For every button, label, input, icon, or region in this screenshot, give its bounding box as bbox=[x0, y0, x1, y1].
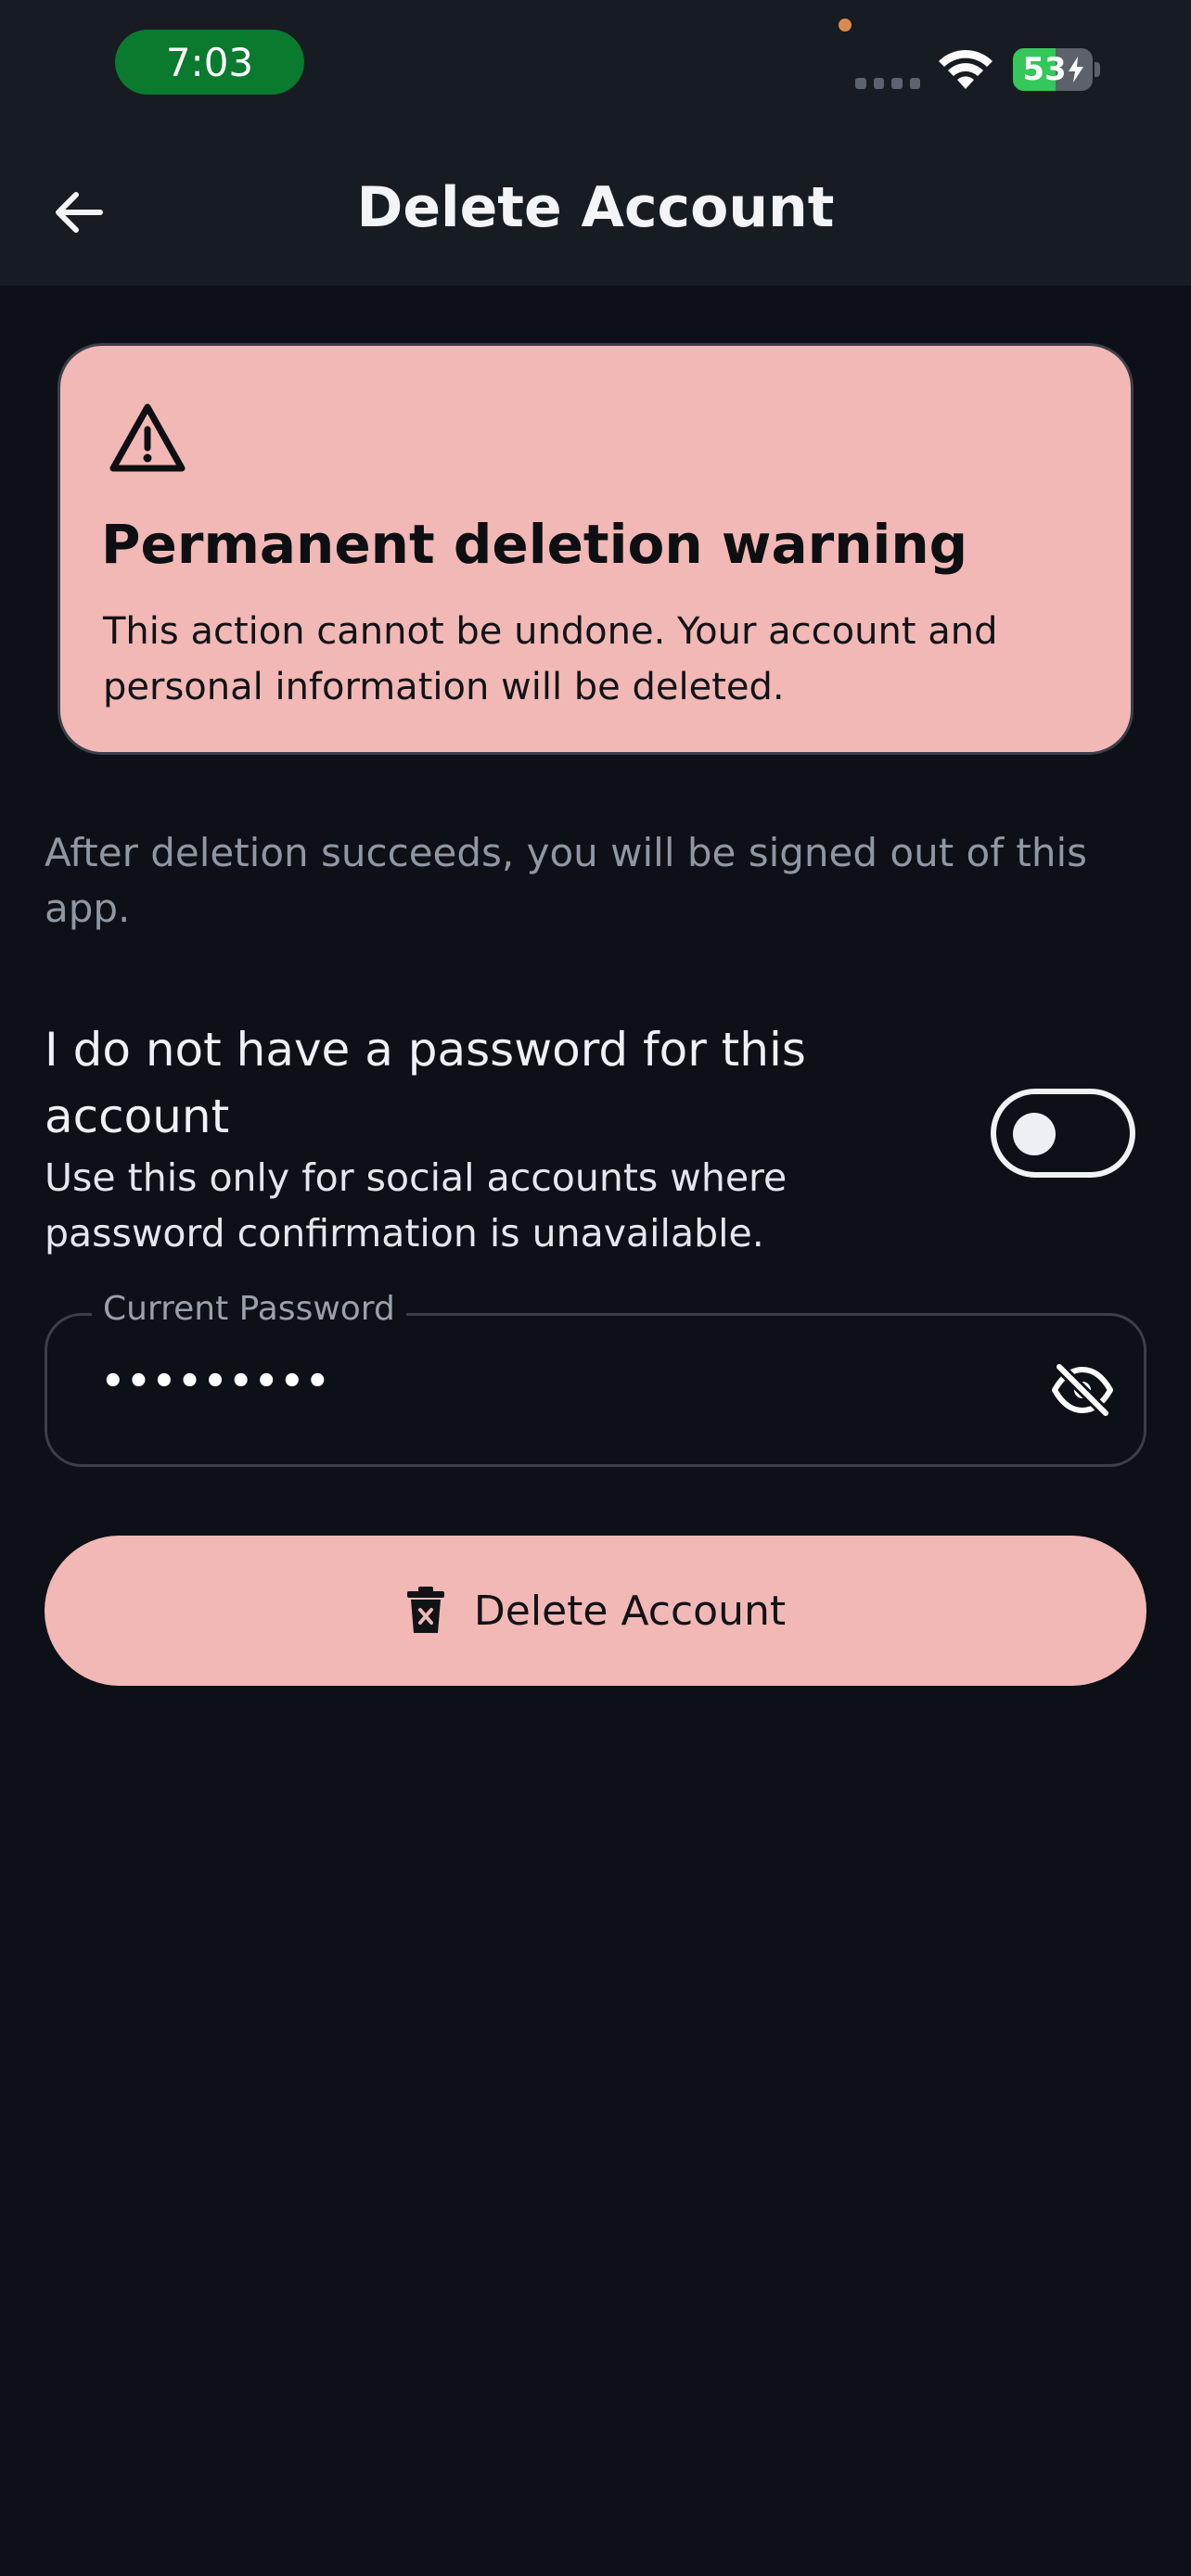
delete-account-button[interactable]: Delete Account bbox=[45, 1536, 1146, 1686]
warning-body: This action cannot be undone. Your accou… bbox=[103, 610, 998, 708]
trash-icon bbox=[406, 1587, 444, 1633]
cellular-signal-icon bbox=[855, 78, 920, 89]
no-password-toggle-subtitle: Use this only for social accounts where … bbox=[45, 1155, 788, 1256]
current-password-value[interactable]: ••••••••• bbox=[101, 1360, 331, 1403]
current-password-label: Current Password bbox=[92, 1290, 406, 1328]
no-password-switch[interactable] bbox=[991, 1089, 1135, 1178]
password-visibility-toggle[interactable] bbox=[1045, 1353, 1120, 1427]
switch-knob bbox=[1013, 1113, 1056, 1155]
warning-title: Permanent deletion warning bbox=[101, 513, 968, 576]
charging-bolt-icon bbox=[1068, 57, 1083, 83]
page-title: Delete Account bbox=[356, 175, 835, 240]
app-bar: Delete Account bbox=[0, 130, 1191, 286]
delete-account-button-label: Delete Account bbox=[473, 1587, 787, 1635]
camera-indicator-dot bbox=[839, 19, 852, 32]
warning-triangle-icon bbox=[109, 403, 186, 472]
back-button[interactable] bbox=[37, 171, 121, 254]
deletion-warning-card: Permanent deletion warning This action c… bbox=[58, 343, 1133, 755]
battery-percent: 53 bbox=[1022, 51, 1067, 88]
battery-icon: 53 bbox=[1013, 48, 1100, 91]
eye-off-icon bbox=[1052, 1364, 1113, 1416]
sign-out-info-text: After deletion succeeds, you will be sig… bbox=[45, 830, 1087, 931]
wifi-icon bbox=[939, 49, 992, 89]
status-bar: 7:03 53 bbox=[0, 0, 1191, 130]
no-password-toggle-title: I do not have a password for this accoun… bbox=[45, 1023, 806, 1143]
current-password-field[interactable]: Current Password ••••••••• bbox=[45, 1290, 1146, 1467]
status-time: 7:03 bbox=[115, 30, 304, 95]
arrow-left-icon bbox=[56, 192, 103, 233]
